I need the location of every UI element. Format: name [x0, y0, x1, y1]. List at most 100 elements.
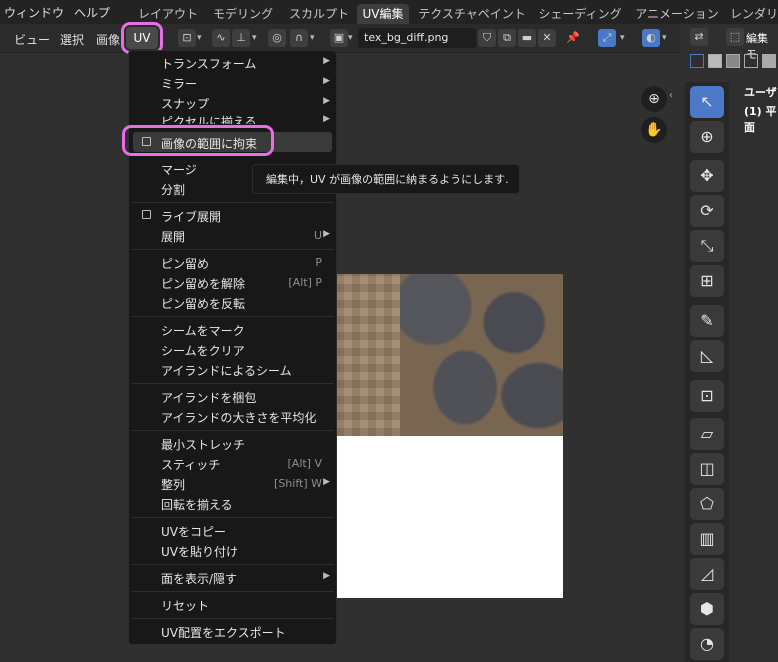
menu-item-average-island-scale[interactable]: アイランドの大きさを平均化: [129, 406, 336, 426]
separator: [131, 316, 334, 317]
menu-item-reset[interactable]: リセット: [129, 594, 336, 614]
pan-hand-icon[interactable]: ✋: [641, 117, 667, 143]
tab-modeling[interactable]: モデリング: [210, 4, 276, 24]
menu-item-minimize-stretch[interactable]: 最小ストレッチ: [129, 433, 336, 453]
tab-sculpt[interactable]: スカルプト: [286, 4, 352, 24]
bevel-icon[interactable]: ⬠: [690, 488, 724, 520]
menu-item-align[interactable]: 整列 [Shift] W ▶: [129, 473, 336, 493]
chevron-down-icon[interactable]: ▾: [348, 29, 358, 47]
checkbox[interactable]: [142, 210, 151, 219]
separator: [131, 383, 334, 384]
zoom-icon[interactable]: ⊕: [641, 86, 667, 112]
falloff-icon[interactable]: ∩: [290, 29, 308, 47]
separator: [131, 591, 334, 592]
menu-item-paste-uvs[interactable]: UVを貼り付け: [129, 540, 336, 560]
view-name: ユーザ: [744, 86, 777, 99]
menu-item-snap-pixels[interactable]: ピクセルに揃える ▶: [129, 110, 336, 124]
menu-item-mirror[interactable]: ミラー ▶: [129, 72, 336, 92]
inset-icon[interactable]: ◫: [690, 453, 724, 485]
menu-item-pack-islands[interactable]: アイランドを梱包: [129, 386, 336, 406]
tab-layout[interactable]: レイアウト: [138, 4, 198, 24]
menu-item-unwrap[interactable]: 展開 U ▶: [129, 225, 336, 245]
tab-uv-editing[interactable]: UV編集: [357, 4, 409, 24]
menu-item-snap[interactable]: スナップ ▶: [129, 92, 336, 112]
extrude-icon[interactable]: ▱: [690, 418, 724, 450]
poly-build-icon[interactable]: ⬢: [690, 593, 724, 625]
menu-select[interactable]: 選択: [60, 31, 84, 48]
select-mode-icon[interactable]: [726, 54, 740, 68]
object-info: (1) 平面: [744, 105, 777, 134]
loop-cut-icon[interactable]: ▥: [690, 523, 724, 555]
select-mode-icon[interactable]: [690, 54, 704, 68]
cursor-icon[interactable]: ⊕: [690, 121, 724, 153]
image-icon[interactable]: ▣: [330, 29, 348, 47]
spin-icon[interactable]: ◔: [690, 628, 724, 660]
overlay-icon[interactable]: ◐: [642, 29, 660, 47]
select-box-icon[interactable]: ↖: [690, 86, 724, 118]
separator: [131, 564, 334, 565]
chevron-down-icon[interactable]: ▾: [620, 29, 630, 47]
menu-item-live-unwrap[interactable]: ライブ展開: [129, 205, 336, 225]
tab-shading[interactable]: シェーディング: [538, 4, 622, 24]
tab-animation[interactable]: アニメーション: [634, 4, 720, 24]
image-name-field[interactable]: tex_bg_diff.png: [358, 28, 476, 48]
tooltip: 編集中，UV が画像の範囲に納まるようにします.: [252, 164, 520, 194]
annotate-icon[interactable]: ✎: [690, 305, 724, 337]
chevron-down-icon[interactable]: ▾: [662, 29, 672, 47]
add-cube-icon[interactable]: ⊡: [690, 380, 724, 412]
menu-item-pin[interactable]: ピン留め P: [129, 252, 336, 272]
proportional-edit-icon[interactable]: ◎: [268, 29, 286, 47]
menu-item-clear-seam[interactable]: シームをクリア: [129, 339, 336, 359]
menu-window[interactable]: ウィンドウ: [4, 4, 64, 21]
select-mode-icon[interactable]: [708, 54, 722, 68]
separator: [131, 618, 334, 619]
transform-orientation-icon[interactable]: ⇄: [690, 28, 708, 46]
menu-item-show-hide-faces[interactable]: 面を表示/隠す ▶: [129, 567, 336, 587]
chevron-down-icon[interactable]: ▾: [252, 29, 262, 47]
tab-rendering[interactable]: レンダリ: [730, 4, 778, 24]
menu-item-highlight: [122, 125, 274, 156]
separator: [131, 249, 334, 250]
mode-icon[interactable]: ⬚: [726, 28, 744, 46]
shield-icon[interactable]: ⛉: [478, 29, 496, 47]
select-mode-icon[interactable]: [744, 54, 758, 68]
uv-sync-icon[interactable]: ⤢: [598, 29, 616, 47]
select-mode-icon[interactable]: [762, 54, 776, 68]
texture-right-part: [400, 274, 563, 436]
separator: [131, 430, 334, 431]
move-icon[interactable]: ✥: [690, 160, 724, 192]
texture-image: [336, 274, 563, 436]
menu-item-invert-pins[interactable]: ピン留めを反転: [129, 292, 336, 312]
menu-item-seams-from-islands[interactable]: アイランドによるシーム: [129, 359, 336, 379]
menu-item-mark-seam[interactable]: シームをマーク: [129, 319, 336, 339]
snap-target-icon[interactable]: ⊥: [232, 29, 250, 47]
chevron-left-icon[interactable]: ‹: [669, 90, 673, 101]
chevron-down-icon[interactable]: ▾: [310, 29, 320, 47]
transform-icon[interactable]: ⊞: [690, 265, 724, 297]
menu-item-transform[interactable]: トランスフォーム ▶: [129, 52, 336, 72]
measure-icon[interactable]: ◺: [690, 340, 724, 372]
pin-icon[interactable]: 📌: [564, 29, 582, 47]
menu-item-copy-uvs[interactable]: UVをコピー: [129, 520, 336, 540]
separator: [131, 202, 334, 203]
chevron-down-icon[interactable]: ▾: [197, 29, 207, 47]
pivot-icon[interactable]: ⊡: [178, 29, 196, 47]
texture-left-part: [336, 274, 400, 436]
menu-image[interactable]: 画像: [96, 31, 120, 48]
folder-icon[interactable]: ▬: [518, 29, 536, 47]
menu-item-stitch[interactable]: スティッチ [Alt] V: [129, 453, 336, 473]
scale-icon[interactable]: ⤡: [690, 230, 724, 262]
duplicate-icon[interactable]: ⧉: [498, 29, 516, 47]
select-mode-strip: [686, 54, 778, 72]
menu-item-unpin[interactable]: ピン留めを解除 [Alt] P: [129, 272, 336, 292]
menu-help[interactable]: ヘルプ: [74, 4, 110, 21]
rotate-icon[interactable]: ⟳: [690, 195, 724, 227]
menu-item-export-uv-layout[interactable]: UV配置をエクスポート: [129, 621, 336, 641]
tab-texture-paint[interactable]: テクスチャペイント: [418, 4, 526, 24]
menu-item-align-rotation[interactable]: 回転を揃える: [129, 493, 336, 513]
menu-view[interactable]: ビュー: [14, 31, 50, 48]
knife-icon[interactable]: ◿: [690, 558, 724, 590]
separator: [131, 517, 334, 518]
close-icon[interactable]: ✕: [538, 29, 556, 47]
snap-icon[interactable]: ∿: [212, 29, 230, 47]
